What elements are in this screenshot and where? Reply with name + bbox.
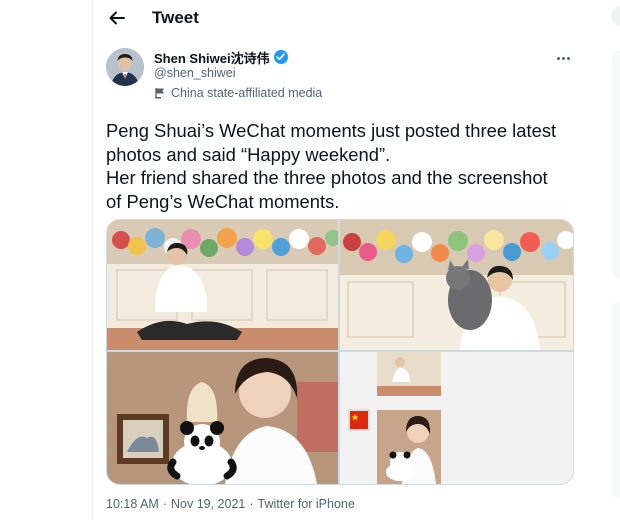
header: Tweet <box>93 0 587 36</box>
tweet-source[interactable]: Twitter for iPhone <box>258 497 355 511</box>
more-options-button[interactable] <box>551 50 575 66</box>
photo-wechat-moments-screenshot[interactable] <box>340 352 573 484</box>
tweet-timestamp: 10:18 AM · Nov 19, 2021 · Twitter for iP… <box>106 497 355 511</box>
arrow-left-icon <box>109 11 125 25</box>
verified-badge-icon <box>273 50 288 64</box>
back-button[interactable] <box>103 4 131 32</box>
avatar[interactable] <box>106 48 144 86</box>
author-block: Shen Shiwei沈诗伟 @shen_shiwei <box>154 48 288 84</box>
tweet-line: of Peng’s WeChat moments. <box>106 190 340 212</box>
page-title: Tweet <box>152 8 199 27</box>
tweet-text: Peng Shuai’s WeChat moments just posted … <box>106 119 582 213</box>
photo-selfie-with-panda-doll[interactable] <box>107 352 338 484</box>
more-dot-icon <box>561 56 565 60</box>
author-name-row[interactable]: Shen Shiwei沈诗伟 <box>154 48 288 66</box>
left-rail <box>0 0 92 520</box>
author-name[interactable]: Shen Shiwei沈诗伟 <box>154 48 270 67</box>
state-media-flag-icon <box>155 88 164 99</box>
tweet-line: Peng Shuai’s WeChat moments just posted … <box>106 120 557 141</box>
sidebar-card <box>611 50 620 280</box>
more-dot-icon <box>566 56 570 60</box>
search-bar-edge[interactable] <box>611 6 620 26</box>
tweet-column: Tweet Shen Shiwei沈诗伟 @shen_shiwei China … <box>92 0 588 520</box>
right-sidebar <box>587 0 620 520</box>
tweet-line: photos and said “Happy weekend”. <box>106 143 391 165</box>
affiliation-label[interactable]: China state-affiliated media <box>154 86 322 100</box>
author-handle[interactable]: @shen_shiwei <box>154 66 288 84</box>
photo-woman-sitting-floor[interactable] <box>107 220 338 350</box>
avatar-portrait <box>106 48 144 86</box>
photo-woman-holding-cat[interactable] <box>340 220 573 350</box>
tweet-date[interactable]: Nov 19, 2021 <box>171 497 245 511</box>
affiliation-text: China state-affiliated media <box>171 86 323 100</box>
tweet-time[interactable]: 10:18 AM <box>106 497 159 511</box>
sidebar-card <box>611 300 620 500</box>
more-dot-icon <box>556 56 560 60</box>
separator: · <box>162 497 167 511</box>
tweet-line: Her friend shared the three photos and t… <box>106 167 548 188</box>
media-grid <box>106 219 574 485</box>
separator: · <box>249 497 254 511</box>
